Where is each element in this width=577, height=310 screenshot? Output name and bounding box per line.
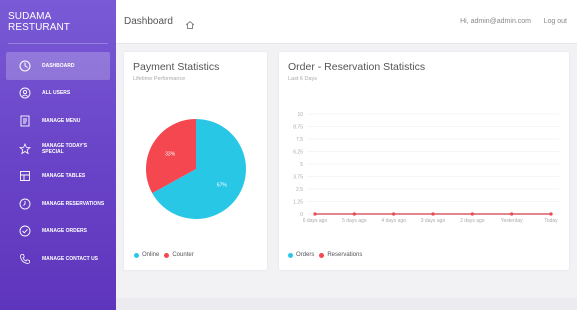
sidebar-item-label: MANAGE TABLES <box>42 173 86 180</box>
sidebar-item-label: MANAGE CONTACT US <box>42 255 99 262</box>
users-icon <box>18 86 32 100</box>
top-header: Dashboard Hi, admin@admin.com Log out <box>116 0 577 44</box>
data-point-reservations <box>431 212 435 216</box>
page-title: Dashboard <box>124 16 173 27</box>
data-point-reservations <box>470 212 474 216</box>
pie-legend: Online Counter <box>134 252 199 258</box>
x-tick-label: Yesterday <box>501 218 524 224</box>
data-point-reservations <box>510 212 514 216</box>
x-tick-label: 3 days ago <box>421 218 446 224</box>
line-chart: 108.757.56.2553.752.51.2506 days ago 5 da… <box>293 112 559 224</box>
legend-item-counter: Counter <box>164 252 194 258</box>
card-subtitle: Last 6 Days <box>288 76 318 82</box>
x-tick-label: Today <box>544 218 558 224</box>
star-icon <box>18 142 32 156</box>
card-title: Order - Reservation Statistics <box>288 61 426 73</box>
brand-title: SUDAMA RESTURANT <box>8 0 108 44</box>
clock-icon <box>18 197 32 211</box>
y-tick-label: 6.25 <box>293 150 303 156</box>
data-point-reservations <box>549 212 553 216</box>
sidebar-item-label: MANAGE MENU <box>42 117 81 124</box>
phone-icon <box>18 252 32 266</box>
pie-chart: 67% 33% <box>146 119 246 219</box>
legend-label: Reservations <box>327 252 363 258</box>
y-tick-label: 7.5 <box>296 137 303 143</box>
x-tick-label: 4 days ago <box>381 218 406 224</box>
sidebar-item-label: MANAGE TODAY'S SPECIAL <box>41 142 88 155</box>
y-tick-label: 5 <box>300 162 303 168</box>
x-tick-label: 6 days ago <box>303 218 328 224</box>
y-tick-label: 1.25 <box>293 200 303 206</box>
sidebar-item-label: ALL USERS <box>42 90 71 97</box>
y-tick-label: 2.5 <box>296 187 303 193</box>
order-reservation-card: Order - Reservation Statistics Last 6 Da… <box>279 52 569 270</box>
line-legend: Orders Reservations <box>288 252 367 258</box>
legend-label: Counter <box>172 252 194 258</box>
legend-item-orders: Orders <box>288 252 314 258</box>
sidebar-item-manage-todays-special[interactable]: MANAGE TODAY'S SPECIAL <box>6 135 110 163</box>
x-tick-label: 5 days ago <box>342 218 367 224</box>
payment-statistics-card: Payment Statistics Lifetime Performance … <box>124 52 267 270</box>
sidebar-item-manage-contact-us[interactable]: MANAGE CONTACT US <box>6 245 110 273</box>
legend-label: Orders <box>296 252 315 258</box>
legend-label: Online <box>142 252 160 258</box>
pie-slice-label: 33% <box>165 152 176 158</box>
home-icon[interactable] <box>185 17 195 29</box>
legend-dot <box>134 252 139 258</box>
data-point-reservations <box>352 212 356 216</box>
sidebar: SUDAMA RESTURANT DASHBOARD ALL USERS MAN… <box>0 0 116 310</box>
sidebar-item-manage-reservations[interactable]: MANAGE RESERVATIONS <box>6 190 110 218</box>
sidebar-menu: DASHBOARD ALL USERS MANAGE MENU MANAGE T… <box>0 52 116 273</box>
legend-dot <box>164 252 170 258</box>
footer-bar <box>116 298 577 310</box>
dashboard-icon <box>18 59 32 73</box>
sidebar-item-label: MANAGE RESERVATIONS <box>42 200 105 207</box>
sidebar-item-all-users[interactable]: ALL USERS <box>6 80 110 108</box>
sidebar-item-manage-menu[interactable]: MANAGE MENU <box>6 107 110 135</box>
sidebar-item-manage-orders[interactable]: MANAGE ORDERS <box>6 218 110 246</box>
sidebar-item-dashboard[interactable]: DASHBOARD <box>6 52 110 80</box>
sidebar-item-label: DASHBOARD <box>42 62 75 69</box>
data-point-reservations <box>313 212 317 216</box>
x-tick-label: 2 days ago <box>460 218 485 224</box>
pie-slice-label: 67% <box>217 182 228 188</box>
tables-icon <box>18 169 32 183</box>
y-tick-label: 10 <box>297 112 303 118</box>
sidebar-item-manage-tables[interactable]: MANAGE TABLES <box>6 162 110 190</box>
y-tick-label: 8.75 <box>293 125 303 131</box>
legend-item-online: Online <box>134 252 159 258</box>
legend-dot <box>288 252 293 258</box>
menu-list-icon <box>18 114 32 128</box>
card-subtitle: Lifetime Performance <box>133 76 186 82</box>
legend-item-reservations: Reservations <box>319 252 362 258</box>
check-circle-icon <box>18 224 32 238</box>
logout-link[interactable]: Log out <box>544 18 567 25</box>
legend-dot <box>319 252 325 258</box>
y-tick-label: 3.75 <box>293 175 303 181</box>
card-title: Payment Statistics <box>133 61 220 73</box>
sidebar-item-label: MANAGE ORDERS <box>42 228 88 235</box>
user-greeting: Hi, admin@admin.com <box>460 18 531 25</box>
data-point-reservations <box>392 212 396 216</box>
